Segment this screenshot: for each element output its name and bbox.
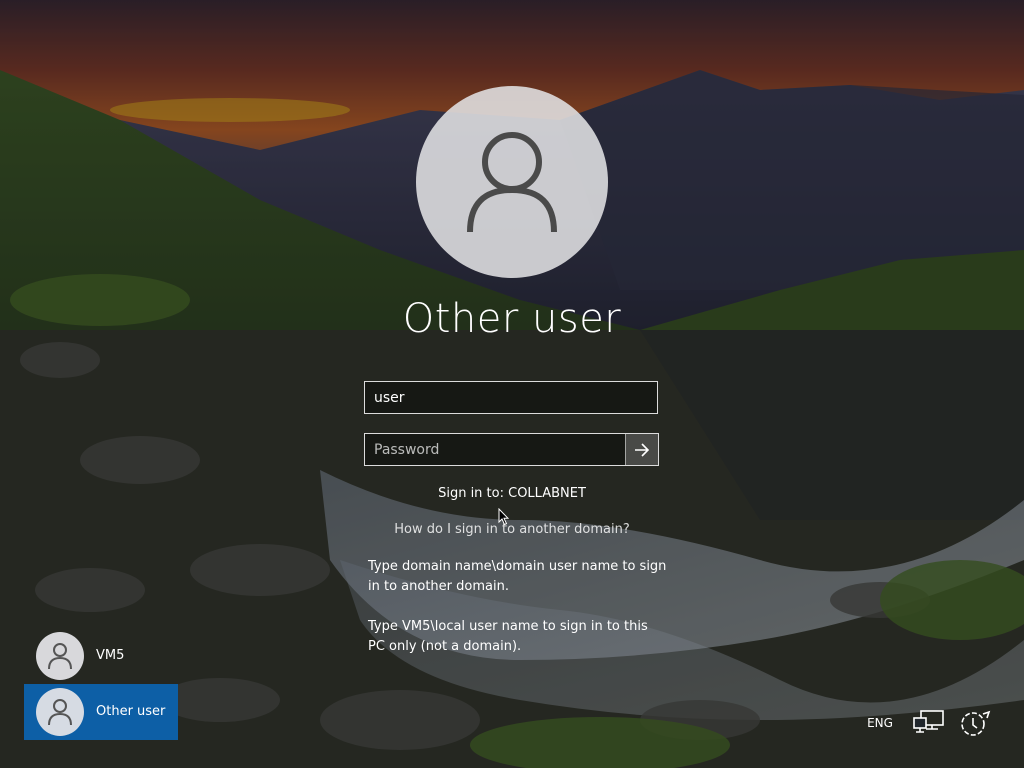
tile-avatar	[36, 688, 84, 736]
user-tile-vm5[interactable]: VM5	[24, 628, 178, 684]
user-avatar	[416, 86, 608, 278]
tile-avatar	[36, 632, 84, 680]
password-input[interactable]	[365, 434, 627, 465]
user-icon	[48, 643, 72, 669]
network-button[interactable]	[910, 706, 948, 740]
local-hint-text: Type VM5\local user name to sign in to t…	[368, 619, 648, 654]
submit-button[interactable]	[625, 434, 658, 465]
network-icon	[913, 710, 944, 733]
sign-in-domain-label: Sign in to: COLLABNET	[438, 486, 586, 501]
power-icon	[961, 710, 991, 736]
mouse-cursor-icon	[498, 508, 510, 526]
user-tile-other-user[interactable]: Other user	[24, 684, 178, 740]
user-tile-label: VM5	[96, 648, 125, 663]
power-button[interactable]	[955, 706, 995, 740]
username-input[interactable]	[365, 382, 657, 413]
password-field[interactable]	[364, 433, 659, 466]
language-indicator[interactable]: ENG	[858, 706, 902, 740]
username-field[interactable]	[364, 381, 658, 414]
domain-help-link[interactable]: How do I sign in to another domain?	[312, 522, 712, 537]
user-tile-label: Other user	[96, 704, 166, 719]
domain-hint-text: Type domain name\domain user name to sig…	[368, 559, 667, 594]
user-icon	[467, 132, 557, 232]
user-icon	[48, 699, 72, 725]
user-display-name: Other user	[402, 296, 622, 342]
arrow-right-icon	[635, 442, 650, 457]
